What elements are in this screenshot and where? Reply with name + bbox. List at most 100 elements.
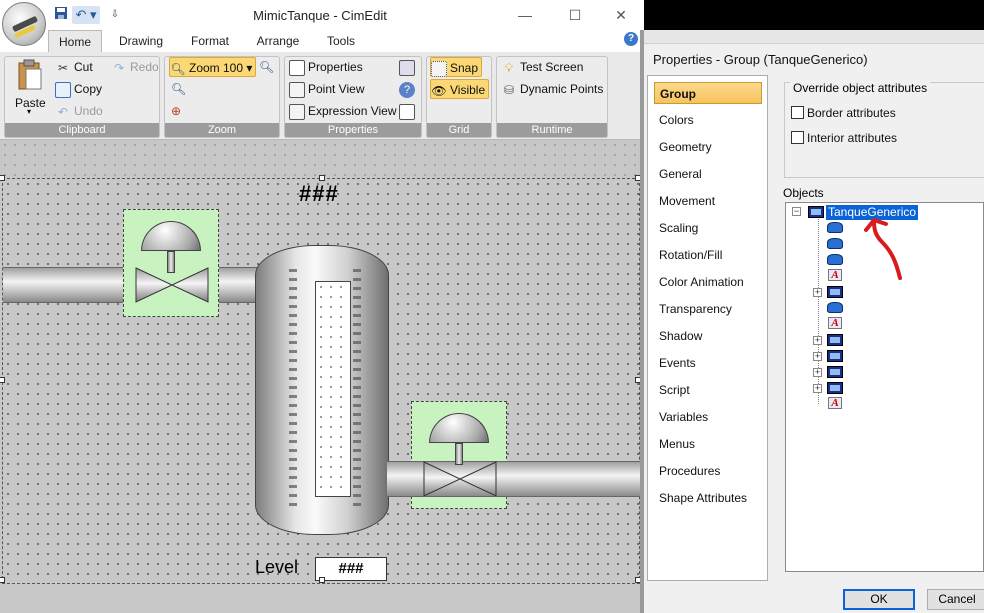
category-color-animation[interactable]: Color Animation bbox=[654, 271, 762, 293]
copy-button[interactable]: Copy bbox=[55, 79, 102, 99]
lightbulb-icon: 💡︎ bbox=[504, 60, 514, 75]
tank-level-window[interactable] bbox=[315, 281, 351, 497]
eye-icon: 👁︎ bbox=[431, 83, 447, 98]
expression-view-icon bbox=[289, 103, 305, 120]
application-menu-button[interactable] bbox=[2, 2, 46, 46]
category-general[interactable]: General bbox=[654, 163, 762, 185]
level-value-field[interactable]: ### bbox=[315, 557, 387, 581]
category-shadow[interactable]: Shadow bbox=[654, 325, 762, 347]
maximize-icon[interactable]: ☐ bbox=[560, 4, 590, 26]
visible-toggle[interactable]: 👁︎ Visible bbox=[430, 79, 490, 99]
expand-toggle[interactable]: + bbox=[813, 288, 822, 297]
scissors-icon: ✂ bbox=[57, 60, 69, 75]
border-attributes-label: Border attributes bbox=[807, 106, 896, 120]
annotation-arrow bbox=[864, 218, 902, 280]
tab-arrange[interactable]: Arrange bbox=[250, 30, 306, 52]
group-icon[interactable] bbox=[827, 350, 843, 362]
group-icon[interactable] bbox=[827, 382, 843, 394]
ok-button[interactable]: OK bbox=[843, 589, 915, 610]
expression-view-button[interactable]: Expression View bbox=[289, 101, 397, 121]
selection-handle[interactable] bbox=[319, 577, 325, 583]
expand-toggle[interactable]: + bbox=[813, 368, 822, 377]
clipboard-group-label: Clipboard bbox=[5, 123, 159, 137]
zoom-fit-icon[interactable]: 🔍︎ bbox=[171, 79, 186, 99]
paste-button[interactable]: Paste ▾ bbox=[11, 59, 49, 119]
level-label: Level bbox=[255, 557, 299, 577]
text-object-icon[interactable]: A bbox=[828, 317, 842, 329]
expand-toggle[interactable]: + bbox=[813, 384, 822, 393]
dynamic-points-button[interactable]: ⛁ Dynamic Points bbox=[501, 79, 603, 99]
undo-icon[interactable]: ↶ ▾ bbox=[72, 6, 100, 24]
category-events[interactable]: Events bbox=[654, 352, 762, 374]
group-icon[interactable] bbox=[827, 334, 843, 346]
expand-toggle[interactable]: + bbox=[813, 336, 822, 345]
category-transparency[interactable]: Transparency bbox=[654, 298, 762, 320]
symbol-icon[interactable] bbox=[827, 238, 843, 249]
category-rotation-fill[interactable]: Rotation/Fill bbox=[654, 244, 762, 266]
minimize-icon[interactable]: — bbox=[510, 4, 540, 26]
properties-dialog: Properties - Group (TanqueGenerico) Grou… bbox=[644, 0, 984, 613]
expand-toggle[interactable]: + bbox=[813, 352, 822, 361]
redo-icon: ↷ bbox=[113, 60, 125, 75]
drawing-canvas[interactable]: ### Level ### bbox=[0, 175, 641, 584]
help-icon[interactable]: ? bbox=[624, 32, 638, 46]
group-icon[interactable] bbox=[827, 286, 843, 298]
override-label: Override object attributes bbox=[790, 81, 931, 95]
dynamic-points-icon: ⛁ bbox=[503, 82, 515, 97]
info-icon[interactable]: ? bbox=[399, 79, 418, 99]
properties-button[interactable]: Properties bbox=[289, 57, 363, 77]
selection-handle[interactable] bbox=[0, 377, 5, 383]
zoom-dropdown[interactable]: 🔍︎ Zoom 100 ▾ bbox=[169, 57, 257, 77]
symbol-icon[interactable] bbox=[827, 302, 843, 313]
snap-toggle[interactable]: Snap bbox=[430, 57, 483, 77]
category-script[interactable]: Script bbox=[654, 379, 762, 401]
category-procedures[interactable]: Procedures bbox=[654, 460, 762, 482]
override-groupbox bbox=[784, 82, 984, 178]
zoom-selection-icon[interactable]: ⊕ bbox=[171, 101, 181, 121]
selection-handle[interactable] bbox=[0, 175, 5, 181]
interior-attributes-checkbox[interactable] bbox=[791, 131, 804, 144]
undo-button[interactable]: ↶ Undo bbox=[55, 101, 103, 121]
text-object-icon[interactable]: A bbox=[828, 269, 842, 281]
object-list-icon[interactable] bbox=[399, 57, 418, 77]
customize-dropdown-icon[interactable]: ⇩ bbox=[106, 6, 124, 24]
test-screen-button[interactable]: 💡︎ Test Screen bbox=[501, 57, 584, 77]
close-icon[interactable]: ✕ bbox=[606, 4, 636, 26]
category-variables[interactable]: Variables bbox=[654, 406, 762, 428]
category-shape-attributes[interactable]: Shape Attributes bbox=[654, 487, 762, 509]
tab-format[interactable]: Format bbox=[184, 30, 236, 52]
category-group[interactable]: Group bbox=[654, 82, 762, 104]
zoom-in-icon[interactable]: 🔍︎ bbox=[259, 57, 274, 77]
outlet-valve-body bbox=[423, 461, 497, 497]
table-icon[interactable] bbox=[399, 101, 418, 121]
symbol-icon[interactable] bbox=[827, 254, 843, 265]
border-attributes-checkbox[interactable] bbox=[791, 106, 804, 119]
category-scaling[interactable]: Scaling bbox=[654, 217, 762, 239]
collapse-toggle[interactable]: − bbox=[792, 207, 801, 216]
cancel-button[interactable]: Cancel bbox=[927, 589, 984, 610]
group-icon[interactable] bbox=[827, 366, 843, 378]
category-movement[interactable]: Movement bbox=[654, 190, 762, 212]
selection-handle[interactable] bbox=[0, 577, 5, 583]
symbol-icon[interactable] bbox=[827, 222, 843, 233]
save-icon[interactable] bbox=[52, 6, 70, 24]
copy-icon bbox=[55, 81, 71, 98]
cut-button[interactable]: ✂ Cut bbox=[55, 57, 93, 77]
title-placeholder-text[interactable]: ### bbox=[299, 181, 339, 207]
category-colors[interactable]: Colors bbox=[654, 109, 762, 131]
tab-home[interactable]: Home bbox=[48, 30, 102, 52]
selection-handle[interactable] bbox=[319, 175, 325, 181]
tab-drawing[interactable]: Drawing bbox=[112, 30, 170, 52]
category-geometry[interactable]: Geometry bbox=[654, 136, 762, 158]
zoom-group: 🔍︎ Zoom 100 ▾ 🔍︎ 🔍︎ ⊕ Zoom bbox=[164, 56, 280, 138]
category-menus[interactable]: Menus bbox=[654, 433, 762, 455]
grid-group-label: Grid bbox=[427, 123, 491, 137]
text-object-icon[interactable]: A bbox=[828, 397, 842, 409]
bottom-strip bbox=[0, 586, 644, 613]
undo-icon: ↶ bbox=[57, 104, 69, 119]
redo-button[interactable]: ↷ Redo bbox=[111, 57, 159, 77]
zoom-group-label: Zoom bbox=[165, 123, 279, 137]
tab-tools[interactable]: Tools bbox=[318, 30, 364, 52]
category-list: Group Colors Geometry General Movement S… bbox=[647, 75, 768, 581]
point-view-button[interactable]: Point View bbox=[289, 79, 364, 99]
